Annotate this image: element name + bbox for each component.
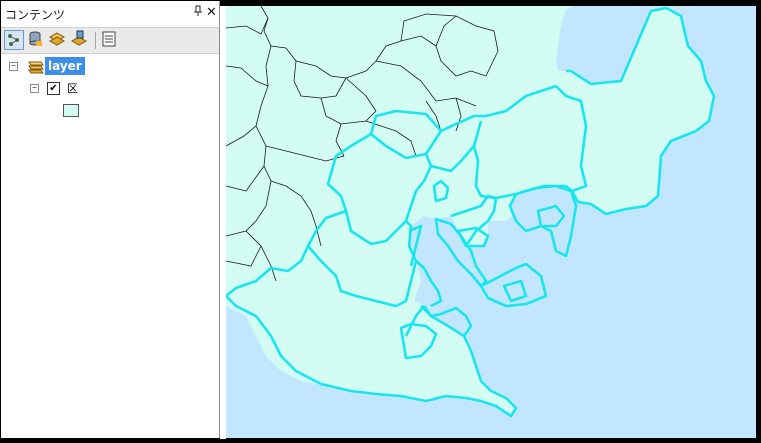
sublayer-collapse-toggle[interactable]: − xyxy=(30,84,39,93)
list-by-drawing-order-button[interactable] xyxy=(4,30,24,50)
drawing-order-icon xyxy=(8,34,19,46)
layers-visibility-icon xyxy=(48,32,66,46)
list-by-source-button[interactable] xyxy=(26,30,46,50)
layer-name[interactable]: layer xyxy=(45,57,85,75)
layers-selection-icon xyxy=(70,30,88,46)
list-by-selection-button[interactable] xyxy=(70,30,90,50)
layer-collapse-toggle[interactable]: − xyxy=(9,62,18,71)
map-canvas[interactable] xyxy=(226,6,756,438)
contents-toolbar xyxy=(1,28,219,54)
map-drawing xyxy=(226,6,716,418)
toolbar-separator xyxy=(95,32,96,49)
close-icon[interactable]: ✕ xyxy=(206,5,217,21)
options-button[interactable] xyxy=(100,30,120,50)
layer-stack-icon xyxy=(28,61,44,74)
options-list-icon xyxy=(102,31,116,47)
sublayer-visibility-checkbox[interactable]: ✔ xyxy=(47,82,60,95)
sublayer-label: 区 xyxy=(67,82,78,95)
contents-pane: コンテンツ ✕ − layer − ✔ 区 xyxy=(1,1,220,438)
legend-swatch xyxy=(63,104,79,117)
contents-title: コンテンツ xyxy=(5,8,66,22)
pin-icon[interactable] xyxy=(193,5,203,21)
contents-titlebar: コンテンツ ✕ xyxy=(1,1,219,28)
layer-tree: − layer − ✔ 区 xyxy=(1,54,219,438)
database-icon xyxy=(29,31,42,46)
list-by-visibility-button[interactable] xyxy=(48,30,68,50)
